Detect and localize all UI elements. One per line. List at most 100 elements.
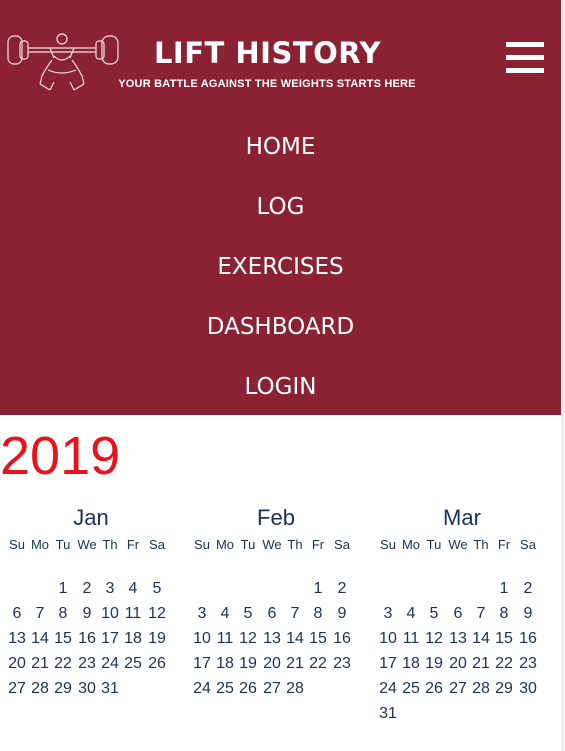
calendar-day[interactable]: 16 <box>330 629 354 649</box>
hamburger-icon[interactable] <box>506 42 544 74</box>
calendar-day[interactable]: 12 <box>422 629 446 649</box>
calendar-day[interactable]: 28 <box>469 679 493 699</box>
calendar-day[interactable]: 21 <box>283 654 307 674</box>
calendar-day[interactable]: 29 <box>51 679 75 699</box>
calendar-day[interactable]: 23 <box>330 654 354 674</box>
calendar-day[interactable]: 8 <box>492 604 516 624</box>
calendar-day[interactable]: 6 <box>260 604 284 624</box>
calendar-day[interactable]: 3 <box>376 604 400 624</box>
calendar-day[interactable]: 14 <box>28 629 52 649</box>
calendar-day[interactable]: 23 <box>516 654 540 674</box>
calendar-day[interactable]: 25 <box>399 679 423 699</box>
brand-title[interactable]: LIFT HISTORY <box>120 36 415 70</box>
calendar-day[interactable]: 13 <box>5 629 29 649</box>
calendar-day[interactable]: 4 <box>399 604 423 624</box>
calendar-day[interactable]: 24 <box>98 654 122 674</box>
calendar-day[interactable]: 17 <box>190 654 214 674</box>
calendar-day[interactable]: 23 <box>75 654 99 674</box>
calendar-day[interactable]: 9 <box>75 604 99 624</box>
calendar-day[interactable]: 3 <box>98 579 122 599</box>
calendar-day[interactable]: 17 <box>98 629 122 649</box>
calendar-day[interactable]: 17 <box>376 654 400 674</box>
calendar-day[interactable]: 24 <box>190 679 214 699</box>
calendar-day[interactable]: 18 <box>121 629 145 649</box>
calendar-day[interactable]: 2 <box>75 579 99 599</box>
calendar-day[interactable]: 6 <box>5 604 29 624</box>
calendar-day[interactable]: 7 <box>283 604 307 624</box>
calendar-day[interactable]: 6 <box>446 604 470 624</box>
calendar-day[interactable]: 27 <box>260 679 284 699</box>
calendar-day[interactable]: 11 <box>399 629 423 649</box>
nav-item-login[interactable]: LOGIN <box>0 358 561 418</box>
calendar-day[interactable]: 18 <box>399 654 423 674</box>
calendar-day[interactable]: 20 <box>260 654 284 674</box>
calendar-day[interactable]: 7 <box>469 604 493 624</box>
calendar-day[interactable]: 30 <box>516 679 540 699</box>
scrollbar-track[interactable] <box>561 0 565 751</box>
calendar-day[interactable]: 7 <box>28 604 52 624</box>
calendar-day[interactable]: 13 <box>260 629 284 649</box>
calendar-day[interactable]: 26 <box>422 679 446 699</box>
calendar-day[interactable]: 18 <box>213 654 237 674</box>
nav-item-home[interactable]: HOME <box>0 118 561 178</box>
weekday-row: Su Mo Tu We Th Fr Sa <box>186 533 366 553</box>
calendar-day[interactable]: 10 <box>98 604 122 624</box>
calendar-day[interactable]: 8 <box>51 604 75 624</box>
calendar-day[interactable]: 22 <box>306 654 330 674</box>
calendar-day[interactable]: 14 <box>469 629 493 649</box>
calendar-day[interactable]: 9 <box>330 604 354 624</box>
calendar-day[interactable]: 15 <box>306 629 330 649</box>
calendar-day[interactable]: 22 <box>492 654 516 674</box>
calendar-day[interactable]: 1 <box>306 579 330 599</box>
calendar-day[interactable]: 1 <box>492 579 516 599</box>
nav-item-exercises[interactable]: EXERCISES <box>0 238 561 298</box>
calendar-day[interactable]: 11 <box>121 604 145 624</box>
calendar-day[interactable]: 16 <box>516 629 540 649</box>
calendar-day[interactable]: 22 <box>51 654 75 674</box>
calendar-day[interactable]: 19 <box>422 654 446 674</box>
calendar-day[interactable]: 11 <box>213 629 237 649</box>
calendar-day[interactable]: 9 <box>516 604 540 624</box>
calendar-day[interactable]: 10 <box>376 629 400 649</box>
calendar-day[interactable]: 20 <box>5 654 29 674</box>
calendar-day[interactable]: 21 <box>28 654 52 674</box>
calendar-day[interactable]: 24 <box>376 679 400 699</box>
calendar-day[interactable]: 3 <box>190 604 214 624</box>
calendar-day[interactable]: 12 <box>145 604 169 624</box>
calendar-day[interactable]: 8 <box>306 604 330 624</box>
calendar-day[interactable]: 29 <box>492 679 516 699</box>
calendar-day[interactable]: 15 <box>492 629 516 649</box>
calendar-day[interactable]: 5 <box>236 604 260 624</box>
calendar-day[interactable]: 5 <box>145 579 169 599</box>
calendar-day[interactable]: 30 <box>75 679 99 699</box>
calendar-day[interactable]: 12 <box>236 629 260 649</box>
calendar-day[interactable]: 1 <box>51 579 75 599</box>
calendar-day[interactable]: 28 <box>28 679 52 699</box>
calendar-day[interactable]: 4 <box>213 604 237 624</box>
weightlifter-icon[interactable] <box>6 30 122 94</box>
calendar-day[interactable]: 20 <box>446 654 470 674</box>
calendar-day[interactable]: 19 <box>236 654 260 674</box>
calendar-day[interactable]: 4 <box>121 579 145 599</box>
calendar-day[interactable]: 26 <box>236 679 260 699</box>
calendar-day[interactable]: 15 <box>51 629 75 649</box>
calendar-day[interactable]: 25 <box>121 654 145 674</box>
calendar-day[interactable]: 21 <box>469 654 493 674</box>
calendar-day[interactable]: 10 <box>190 629 214 649</box>
calendar-day[interactable]: 19 <box>145 629 169 649</box>
calendar-day[interactable]: 16 <box>75 629 99 649</box>
calendar-day[interactable]: 28 <box>283 679 307 699</box>
calendar-day[interactable]: 5 <box>422 604 446 624</box>
nav-item-dashboard[interactable]: DASHBOARD <box>0 298 561 358</box>
calendar-day[interactable]: 2 <box>516 579 540 599</box>
calendar-day[interactable]: 25 <box>213 679 237 699</box>
calendar-day[interactable]: 31 <box>376 704 400 724</box>
calendar-day[interactable]: 13 <box>446 629 470 649</box>
calendar-day[interactable]: 14 <box>283 629 307 649</box>
calendar-day[interactable]: 27 <box>446 679 470 699</box>
calendar-day[interactable]: 27 <box>5 679 29 699</box>
calendar-day[interactable]: 2 <box>330 579 354 599</box>
calendar-day[interactable]: 26 <box>145 654 169 674</box>
calendar-day[interactable]: 31 <box>98 679 122 699</box>
nav-item-log[interactable]: LOG <box>0 178 561 238</box>
